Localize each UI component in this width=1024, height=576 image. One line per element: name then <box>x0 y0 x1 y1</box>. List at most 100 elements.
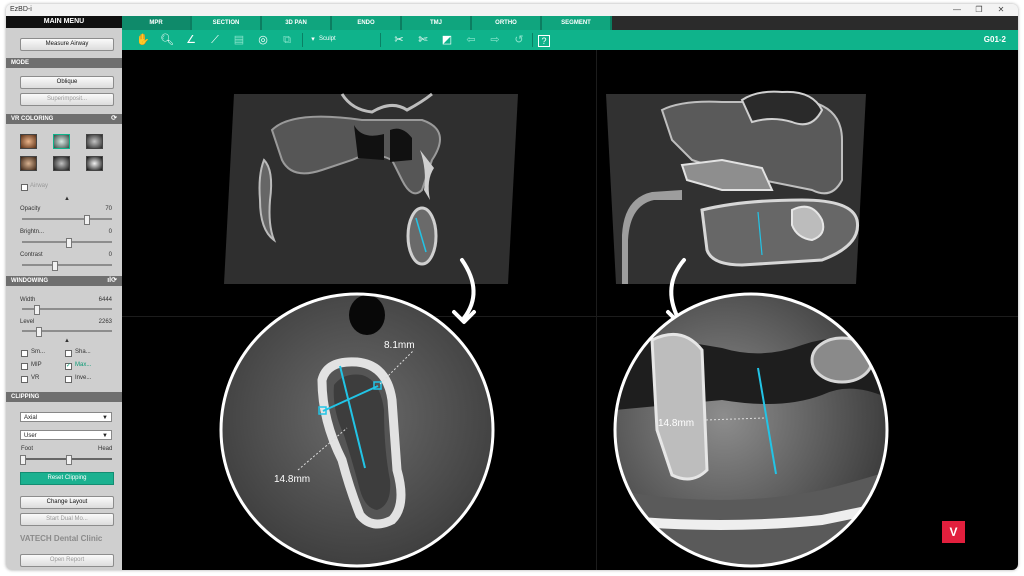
polyline-icon[interactable]: ⟋ <box>208 33 222 47</box>
brightness-slider-knob[interactable] <box>66 238 72 248</box>
option-label: MIP <box>31 362 42 368</box>
reset-clipping-button[interactable]: Reset Clipping <box>20 472 114 485</box>
vr-preset-soft[interactable] <box>20 156 37 171</box>
vr-preset-skull[interactable] <box>86 156 103 171</box>
vr-preset-teeth[interactable] <box>53 156 70 171</box>
foot-label: Foot <box>21 446 34 452</box>
sculpt-region-icon[interactable]: ✄ <box>416 33 430 47</box>
toolbar-separator <box>302 33 303 47</box>
clipping-head-knob[interactable] <box>66 455 72 465</box>
width-slider-knob[interactable] <box>34 305 40 315</box>
option-label: Inve... <box>75 375 92 381</box>
sculpt-label[interactable]: Sculpt <box>319 36 336 42</box>
minimize-icon[interactable]: — <box>950 5 964 14</box>
tab-tmj[interactable]: TMJ <box>402 16 472 30</box>
option-label: Sm... <box>31 349 46 355</box>
tab-section[interactable]: SECTION <box>192 16 262 30</box>
sharpen-checkbox[interactable] <box>65 350 72 357</box>
superimpose-button[interactable]: Superimposit... <box>20 93 114 106</box>
opacity-slider-knob[interactable] <box>84 215 90 225</box>
zoom-circle-left <box>219 292 495 568</box>
level-value: 2263 <box>98 319 112 325</box>
option-label: VR <box>31 375 40 381</box>
airway-checkbox[interactable] <box>21 184 28 191</box>
angle-icon[interactable]: ∠ <box>184 33 198 47</box>
reset-view-icon[interactable]: ↺ <box>512 33 526 47</box>
toolbar: ✋ 🔍︎ ∠ ⟋ ▤ ◎ ⧉ ▾ Sculpt ✂ ✄ ◩ ⇦ ⇨ ↺ ? G0… <box>122 30 1018 50</box>
tab-ortho[interactable]: ORTHO <box>472 16 542 30</box>
close-icon[interactable]: ✕ <box>994 5 1008 14</box>
contrast-slider[interactable] <box>22 261 112 271</box>
width-label: Width <box>20 297 36 303</box>
mip-checkbox[interactable] <box>21 363 28 370</box>
mpr-viewport[interactable]: 8.1mm 14.8mm 14.8mm V <box>122 50 1018 570</box>
case-id-label: G01-2 <box>983 35 1006 44</box>
clipping-range-slider[interactable] <box>20 455 112 465</box>
note-icon[interactable]: ▤ <box>232 33 246 47</box>
start-dual-mode-button[interactable]: Start Dual Mo... <box>20 513 114 526</box>
level-slider[interactable] <box>22 327 112 337</box>
redo-arrow-icon[interactable]: ⇨ <box>488 33 502 47</box>
help-icon[interactable]: ? <box>538 35 550 47</box>
tab-mpr[interactable]: MPR <box>122 16 192 30</box>
option-label: Max... <box>75 362 92 368</box>
smooth-checkbox[interactable] <box>21 350 28 357</box>
ct-images: 8.1mm 14.8mm 14.8mm <box>219 90 889 568</box>
expand-arrow-icon[interactable]: ▲ <box>64 196 70 202</box>
oblique-button[interactable]: Oblique <box>20 76 114 89</box>
toolbar-separator <box>380 33 381 47</box>
brightness-value: 0 <box>108 229 112 235</box>
sculpt-dropdown-icon[interactable]: ▾ <box>306 33 320 47</box>
opacity-value: 70 <box>105 206 112 212</box>
image-icon[interactable]: ◩ <box>440 33 454 47</box>
width-slider[interactable] <box>22 305 112 315</box>
mode-section-header: MODE <box>6 58 122 68</box>
invert-checkbox[interactable] <box>65 376 72 383</box>
clipping-foot-knob[interactable] <box>20 455 26 465</box>
tab-segment[interactable]: SEGMENT <box>542 16 612 30</box>
collapse-arrow-icon[interactable]: ▲ <box>64 338 70 344</box>
restore-icon[interactable]: ❐ <box>972 5 986 14</box>
level-slider-knob[interactable] <box>36 327 42 337</box>
contrast-slider-knob[interactable] <box>52 261 58 271</box>
histogram-refresh-icon[interactable]: ıl⟳ <box>107 276 117 286</box>
pan-hand-icon[interactable]: ✋ <box>136 33 150 47</box>
refresh-icon[interactable]: ⟳ <box>111 114 117 124</box>
copy-icon[interactable]: ⧉ <box>280 33 294 47</box>
application-window: EzBD-i — ❐ ✕ MAIN MENU Measure Airway MO… <box>6 4 1018 570</box>
capture-icon[interactable]: ◎ <box>256 33 270 47</box>
tab-endo[interactable]: ENDO <box>332 16 402 30</box>
change-layout-button[interactable]: Change Layout <box>20 496 114 509</box>
height-measurement-label-left: 14.8mm <box>274 474 310 485</box>
contrast-value: 0 <box>108 252 112 258</box>
clinic-name: VATECH Dental Clinic <box>20 534 103 543</box>
window-title: EzBD-i <box>10 6 32 13</box>
brightness-slider[interactable] <box>22 238 112 248</box>
option-label: Sha... <box>75 349 91 355</box>
max-checkbox[interactable]: ✓ <box>65 363 72 370</box>
clipping-section-header: CLIPPING <box>6 392 122 402</box>
zoom-circle-right <box>613 292 889 568</box>
main-menu-sidebar: MAIN MENU Measure Airway MODE Oblique Su… <box>6 16 122 570</box>
tab-3d-pan[interactable]: 3D PAN <box>262 16 332 30</box>
clipping-view-select[interactable]: Axial ▼ <box>20 412 112 422</box>
zoom-icon[interactable]: 🔍︎ <box>160 33 174 47</box>
vr-preset-gray[interactable] <box>86 134 103 149</box>
toolbar-separator <box>532 33 533 47</box>
undo-arrow-icon[interactable]: ⇦ <box>464 33 478 47</box>
chevron-down-icon: ▼ <box>102 433 108 439</box>
sculpt-tool-icon[interactable]: ✂ <box>392 33 406 47</box>
width-value: 6444 <box>98 297 112 303</box>
vr-preset-skin[interactable] <box>20 134 37 149</box>
opacity-label: Opacity <box>20 206 41 212</box>
vr-checkbox[interactable] <box>21 376 28 383</box>
measure-airway-button[interactable]: Measure Airway <box>20 38 114 51</box>
level-label: Level <box>20 319 35 325</box>
coronal-ct-slice <box>224 92 518 284</box>
clipping-mode-select[interactable]: User ▼ <box>20 430 112 440</box>
brightness-label: Brightn... <box>20 229 45 235</box>
contrast-label: Contrast <box>20 252 43 258</box>
vr-preset-bone[interactable] <box>53 134 70 149</box>
opacity-slider[interactable] <box>22 215 112 225</box>
open-report-button[interactable]: Open Report <box>20 554 114 567</box>
